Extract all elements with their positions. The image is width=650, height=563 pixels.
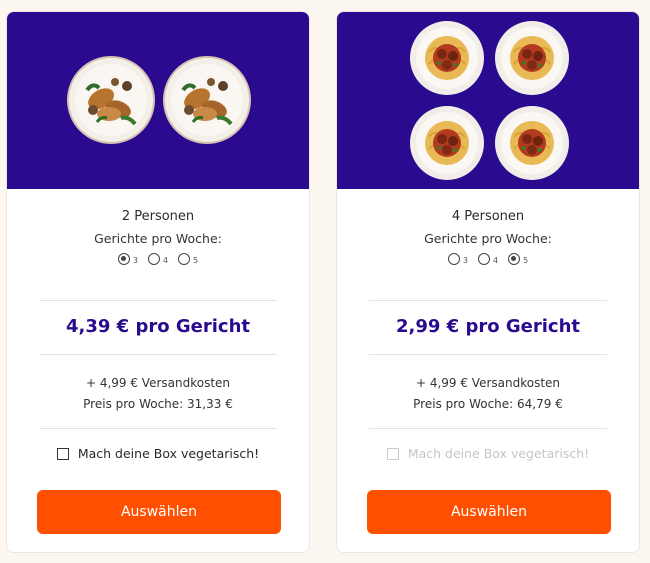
meals-option-4[interactable]: 4 bbox=[147, 252, 168, 265]
price-per-meal: 4,39 € pro Gericht bbox=[66, 316, 250, 337]
radio-selected[interactable] bbox=[508, 252, 521, 265]
persons-title: 4 Personen bbox=[451, 209, 525, 224]
plan-selection-page: 2 Personen Gerichte pro Woche: 3 4 5 4,3… bbox=[0, 0, 650, 563]
select-plan-button[interactable]: Auswählen bbox=[367, 490, 611, 534]
radio[interactable] bbox=[447, 252, 460, 265]
four-plates-spaghetti-icon bbox=[409, 20, 570, 181]
radio[interactable] bbox=[147, 252, 160, 265]
divider bbox=[39, 428, 277, 429]
radio-selected[interactable] bbox=[117, 252, 130, 265]
weekly-price: Preis pro Woche: 31,33 € bbox=[83, 397, 233, 411]
plan-card-2-persons: 2 Personen Gerichte pro Woche: 3 4 5 4,3… bbox=[6, 11, 310, 553]
meals-option-3[interactable]: 3 bbox=[447, 252, 468, 265]
plan-card-4-persons: 4 Personen Gerichte pro Woche: 3 4 5 2,9… bbox=[336, 11, 640, 553]
price-per-meal: 2,99 € pro Gericht bbox=[396, 316, 580, 337]
persons-title: 2 Personen bbox=[121, 209, 195, 224]
divider bbox=[369, 354, 607, 355]
meals-per-week-label: Gerichte pro Woche: bbox=[424, 231, 552, 246]
divider bbox=[39, 300, 277, 301]
divider bbox=[39, 354, 277, 355]
vegetarian-checkbox bbox=[386, 447, 399, 460]
meals-per-week-options: 3 4 5 bbox=[7, 252, 309, 265]
divider bbox=[369, 300, 607, 301]
select-plan-button[interactable]: Auswählen bbox=[37, 490, 281, 534]
meals-option-3[interactable]: 3 bbox=[117, 252, 138, 265]
weekly-price: Preis pro Woche: 64,79 € bbox=[413, 397, 563, 411]
vegetarian-label: Mach deine Box vegetarisch! bbox=[77, 446, 260, 461]
vegetarian-checkbox[interactable] bbox=[56, 447, 69, 460]
shipping-cost: + 4,99 € Versandkosten bbox=[85, 376, 231, 390]
meals-option-4[interactable]: 4 bbox=[477, 252, 498, 265]
vegetarian-option: Mach deine Box vegetarisch! bbox=[337, 446, 639, 461]
shipping-cost: + 4,99 € Versandkosten bbox=[415, 376, 561, 390]
meals-per-week-options: 3 4 5 bbox=[337, 252, 639, 265]
radio[interactable] bbox=[477, 252, 490, 265]
meals-option-5[interactable]: 5 bbox=[178, 252, 198, 265]
vegetarian-option[interactable]: Mach deine Box vegetarisch! bbox=[7, 446, 309, 461]
two-plates-chicken-mushroom-icon bbox=[67, 56, 251, 144]
divider bbox=[369, 428, 607, 429]
vegetarian-label: Mach deine Box vegetarisch! bbox=[407, 446, 590, 461]
plan-image bbox=[7, 12, 309, 189]
radio[interactable] bbox=[178, 252, 191, 265]
meals-option-5[interactable]: 5 bbox=[508, 252, 528, 265]
meals-per-week-label: Gerichte pro Woche: bbox=[94, 231, 222, 246]
plan-image bbox=[337, 12, 639, 189]
